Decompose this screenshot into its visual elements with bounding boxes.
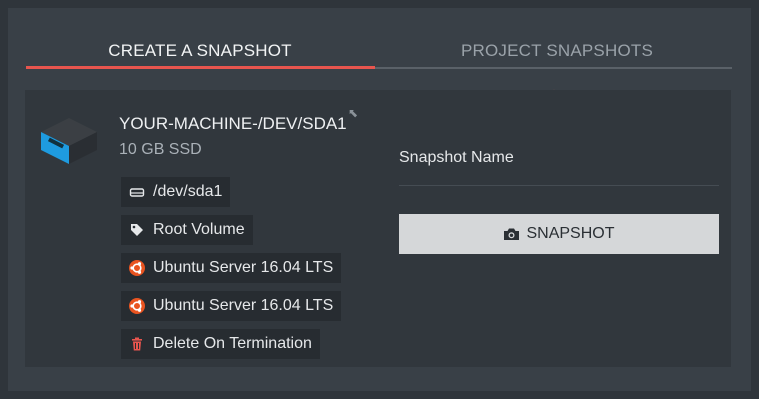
ubuntu-icon xyxy=(129,260,145,276)
chip-os: Ubuntu Server 16.04 LTS xyxy=(121,253,342,283)
chip-delete-on-termination: Delete On Termination xyxy=(121,329,320,359)
chip-root-volume: Root Volume xyxy=(121,215,253,245)
tab-create-snapshot[interactable]: CREATE A SNAPSHOT xyxy=(26,38,374,64)
disk-size: 10 GB SSD xyxy=(119,141,202,158)
camera-icon xyxy=(504,228,520,240)
chip-os-label: Ubuntu Server 16.04 LTS xyxy=(153,259,334,276)
ubuntu-icon xyxy=(129,298,145,314)
tag-icon xyxy=(131,224,143,236)
machine-name: YOUR-MACHINE-/DEV/SDA1 xyxy=(119,114,347,133)
chip-root-volume-label: Root Volume xyxy=(153,221,245,238)
hard-drive-icon xyxy=(129,188,145,197)
chip-os-secondary-label: Ubuntu Server 16.04 LTS xyxy=(153,297,334,314)
snapshot-name-input[interactable] xyxy=(399,185,719,186)
disk-volume-icon xyxy=(41,118,97,164)
tab-bar: CREATE A SNAPSHOT PROJECT SNAPSHOTS xyxy=(26,8,740,78)
snapshot-panel: CREATE A SNAPSHOT PROJECT SNAPSHOTS YOUR… xyxy=(8,8,751,391)
tab-project-snapshots[interactable]: PROJECT SNAPSHOTS xyxy=(374,38,740,64)
active-tab-indicator xyxy=(26,66,375,69)
snapshot-button-label: SNAPSHOT xyxy=(526,225,615,242)
chip-delete-on-termination-label: Delete On Termination xyxy=(153,335,312,352)
snapshot-button[interactable]: SNAPSHOT xyxy=(399,214,719,254)
chip-os-secondary: Ubuntu Server 16.04 LTS xyxy=(121,291,342,321)
external-link-icon[interactable]: ⬉ xyxy=(348,106,358,120)
chip-device: /dev/sda1 xyxy=(121,177,231,207)
chip-device-label: /dev/sda1 xyxy=(153,183,223,200)
volume-card: YOUR-MACHINE-/DEV/SDA1 ⬉ 10 GB SSD /dev/… xyxy=(25,90,731,367)
trash-icon xyxy=(132,337,142,351)
snapshot-name-label: Snapshot Name xyxy=(399,149,514,166)
tab-divider-line xyxy=(375,67,732,69)
